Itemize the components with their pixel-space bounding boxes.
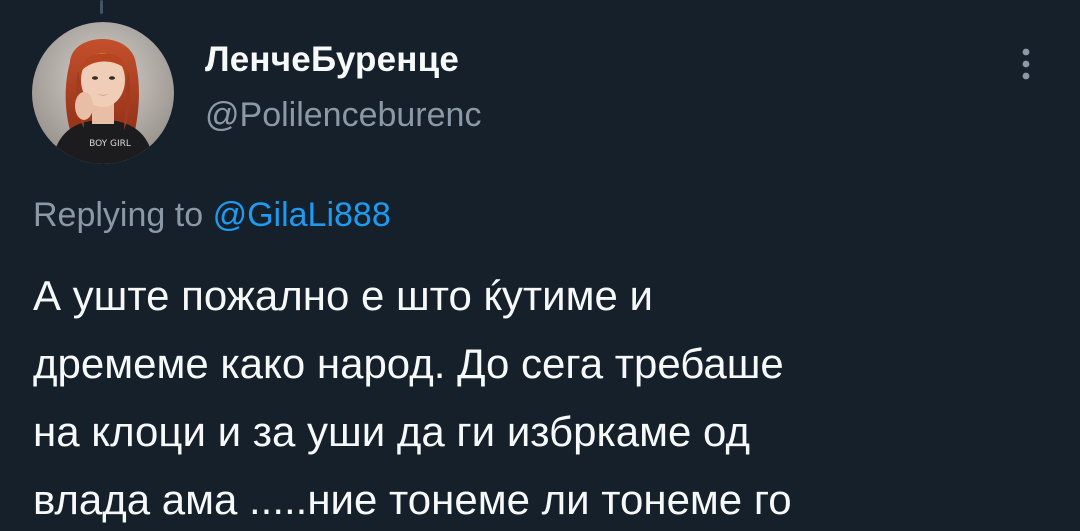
replying-to-label: Replying to xyxy=(33,196,204,234)
tweet-text: А уште пожално е што ќутиме и дремеме ка… xyxy=(33,262,1043,531)
avatar[interactable]: BOY GIRL xyxy=(32,22,174,164)
tweet-text-line: влада ама .....ние тонеме ли тонеме го xyxy=(33,476,792,523)
replying-to-line: Replying to @GilaLi888 xyxy=(33,196,391,235)
author-display-name[interactable]: ЛенчеБуренце xyxy=(205,40,459,80)
avatar-image: BOY GIRL xyxy=(32,22,174,164)
more-vertical-icon xyxy=(1022,48,1030,80)
thread-connector-line xyxy=(100,0,103,14)
reply-mention-link[interactable]: @GilaLi888 xyxy=(213,196,391,234)
tweet-text-line: на клоци и за уши да ги избркаме од xyxy=(33,408,750,455)
author-handle[interactable]: @Polilenceburenc xyxy=(205,96,481,135)
more-options-button[interactable] xyxy=(1006,40,1046,88)
tweet-text-line: А уште пожално е што ќутиме и xyxy=(33,272,653,319)
tweet-text-line: дремеме како народ. До сега требаше xyxy=(33,340,784,387)
avatar-shirt-print: BOY GIRL xyxy=(89,139,131,149)
